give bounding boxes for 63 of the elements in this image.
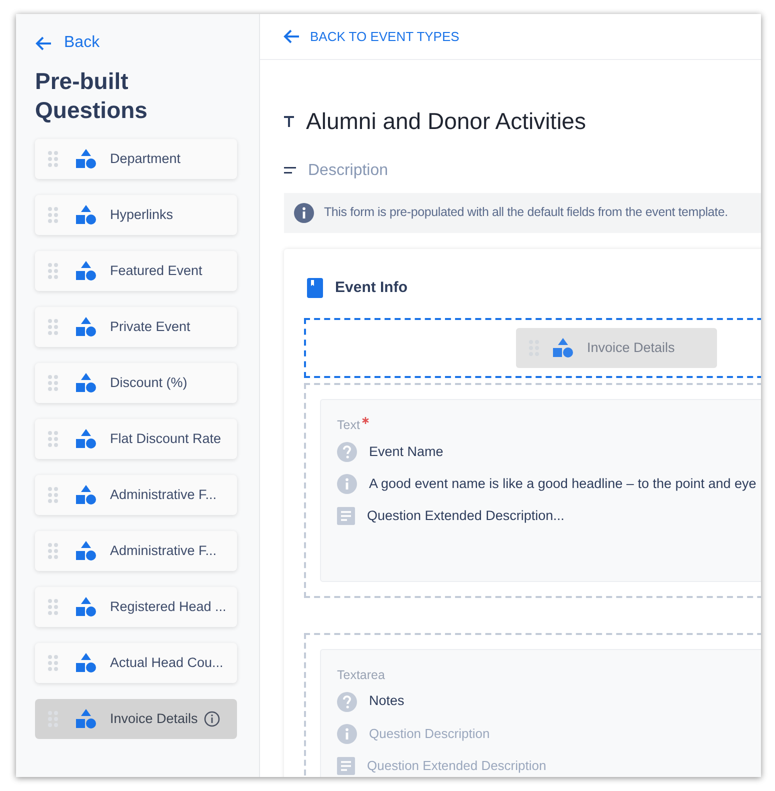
drag-handle-icon[interactable] — [48, 487, 58, 503]
document-icon — [337, 506, 355, 525]
question-mark-icon — [337, 442, 357, 462]
info-icon — [337, 474, 357, 494]
info-icon — [294, 202, 314, 222]
question-type: Textarea — [337, 666, 385, 684]
info-icon — [204, 711, 220, 727]
question-text: Question Extended Description — [367, 756, 546, 775]
question-text: Notes — [369, 692, 404, 710]
question-text: A good event name is like a good headline – to the point and eye — [369, 474, 756, 493]
shapes-icon — [76, 653, 96, 673]
shapes-icon — [76, 317, 96, 337]
question-item[interactable]: Hyperlinks — [35, 195, 237, 235]
form-title: Alumni and Donor Activities — [306, 107, 586, 136]
drag-handle-icon[interactable] — [48, 263, 58, 279]
question-item[interactable]: Registered Head ... — [35, 587, 237, 627]
question-item[interactable]: Flat Discount Rate — [35, 419, 237, 459]
question-card[interactable]: Textarea Notes Question Description Question Extended Description — [320, 648, 761, 777]
section-title: Event Info — [335, 278, 408, 298]
question-item[interactable]: Discount (%) — [35, 363, 237, 403]
shapes-icon — [76, 261, 96, 281]
shapes-icon — [76, 541, 96, 561]
shapes-icon — [76, 597, 96, 617]
info-icon — [337, 724, 357, 744]
drag-handle-icon[interactable] — [48, 543, 58, 559]
question-item[interactable]: Administrative F... — [35, 531, 237, 571]
shapes-icon — [76, 429, 96, 449]
question-text: Event Name — [369, 442, 444, 461]
shapes-icon — [76, 709, 96, 729]
book-icon — [307, 278, 323, 298]
question-mark-icon — [337, 692, 357, 712]
back-arrow-icon — [283, 29, 300, 44]
shapes-icon — [553, 338, 573, 358]
drag-handle-icon[interactable] — [48, 599, 58, 615]
question-type: Text — [337, 417, 360, 434]
question-text: Question Description — [369, 724, 490, 743]
document-icon — [337, 756, 355, 774]
back-link[interactable]: BACK TO EVENT TYPES — [283, 26, 460, 46]
description-label: Description — [308, 160, 388, 180]
sidebar-title: Pre-built Questions — [35, 67, 148, 125]
question-item[interactable]: Administrative F... — [35, 475, 237, 515]
drag-handle-icon[interactable] — [48, 431, 58, 447]
shapes-icon — [76, 205, 96, 225]
back-arrow-icon — [35, 36, 52, 50]
info-text: This form is pre-populated with all the default fields from the event template. — [324, 204, 728, 222]
drag-handle-icon[interactable] — [48, 319, 58, 335]
shapes-icon — [76, 485, 96, 505]
text-icon — [284, 116, 294, 127]
drag-handle-icon[interactable] — [48, 151, 58, 167]
question-item[interactable]: Department — [35, 139, 237, 179]
question-text: Question Extended Description... — [367, 506, 564, 525]
question-item[interactable]: Private Event — [35, 307, 237, 347]
question-item[interactable]: Invoice Details — [35, 699, 237, 739]
drag-handle-icon[interactable] — [48, 375, 58, 391]
question-item[interactable]: Actual Head Cou... — [35, 643, 237, 683]
back-link[interactable]: Back — [35, 31, 100, 55]
description-icon — [284, 167, 296, 174]
drag-handle-icon[interactable] — [48, 207, 58, 223]
shapes-icon — [76, 149, 96, 169]
shapes-icon — [76, 373, 96, 393]
question-card[interactable]: Text Event Name A good event name is like a good headline – to the point and eye Question Extended Description... — [320, 399, 761, 582]
drag-handle-icon[interactable] — [48, 655, 58, 671]
question-item[interactable]: Featured Event — [35, 251, 237, 291]
